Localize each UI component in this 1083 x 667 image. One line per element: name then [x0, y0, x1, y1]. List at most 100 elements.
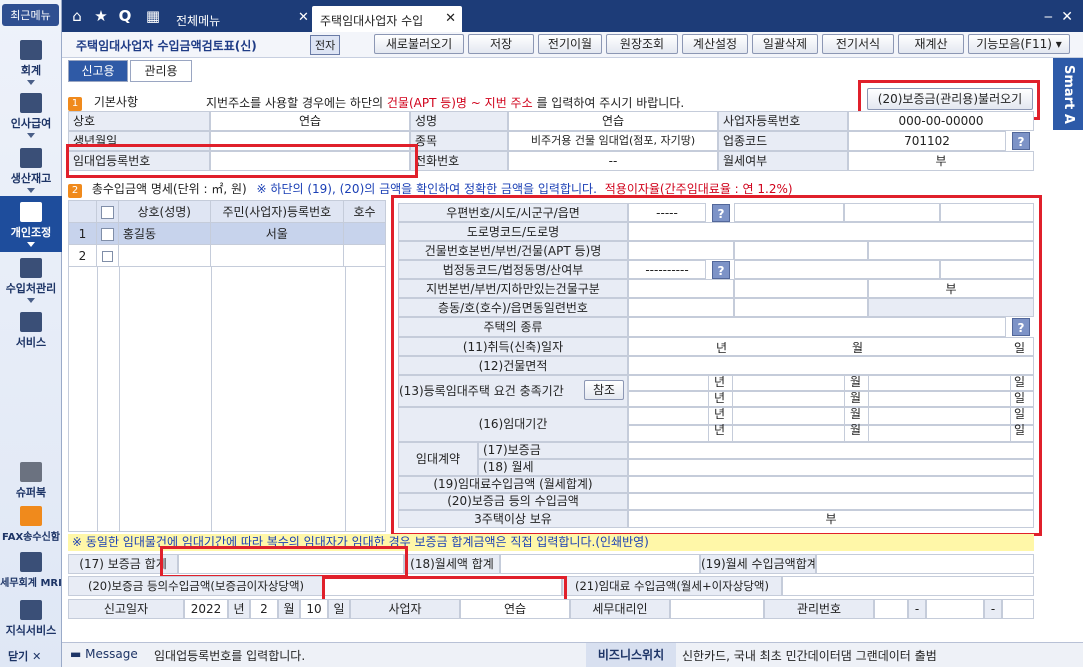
- chevron-down-icon: [27, 80, 35, 85]
- message-label: ▬ Message: [70, 647, 138, 661]
- monthly-value[interactable]: 부: [848, 151, 1034, 171]
- sidebar-item-income[interactable]: 수입처관리: [0, 258, 62, 303]
- rental-income-sum-label: (21)임대료 수입금액(월세+이자상당액): [562, 576, 782, 596]
- biz-code-label: 업종코드: [718, 131, 848, 151]
- chevron-down-icon: [27, 133, 35, 138]
- sidebar-item-accounting[interactable]: 회계: [0, 40, 62, 85]
- save-button[interactable]: 저장: [468, 34, 534, 54]
- manage-no-2[interactable]: [926, 599, 984, 619]
- left-sidebar: 최근메뉴 회계 인사급여 생산재고 개인조정 수입처관리 서비스 슈퍼북 FAX…: [0, 0, 62, 667]
- company-value[interactable]: 연습: [210, 111, 410, 131]
- help-icon[interactable]: ?: [1012, 132, 1030, 150]
- message-bar: ▬ Message 임대업등록번호를 입력합니다. 비즈니스위치 신한카드, 국…: [62, 642, 1083, 667]
- fax-icon: [20, 506, 42, 526]
- bulk-delete-button[interactable]: 일괄삭제: [752, 34, 818, 54]
- person-icon: [20, 202, 42, 222]
- row-checkbox[interactable]: [95, 244, 119, 267]
- report-month[interactable]: 2: [250, 599, 278, 619]
- biz-code-value[interactable]: 701102: [848, 131, 1006, 151]
- grid-icon: [20, 148, 42, 168]
- ledger-button[interactable]: 원장조회: [606, 34, 678, 54]
- rent-sum-label: (18)월세액 합계: [404, 554, 500, 574]
- search-icon[interactable]: Q: [116, 7, 134, 25]
- electronic-badge: 전자: [310, 35, 341, 55]
- manage-no-3[interactable]: [1002, 599, 1034, 619]
- smart-a-panel[interactable]: Smart A: [1053, 58, 1083, 130]
- select-all-checkbox[interactable]: [95, 200, 119, 223]
- col-id: 주민(사업자)등록번호: [209, 200, 345, 223]
- tenant-table: 상호(성명) 주민(사업자)등록번호 호수 1 홍길동 서울 2: [68, 200, 386, 267]
- close-icon[interactable]: ✕: [445, 11, 456, 26]
- table-row[interactable]: 1 홍길동 서울: [68, 222, 386, 245]
- phone-value[interactable]: --: [508, 151, 718, 171]
- carry-over-button[interactable]: 전기이월: [538, 34, 602, 54]
- table-row[interactable]: 2: [68, 244, 386, 267]
- type-value[interactable]: 비주거용 건물 임대업(점포, 자기땅): [508, 131, 718, 151]
- agent-label: 세무대리인: [570, 599, 670, 619]
- close-icon: ✕: [32, 650, 42, 663]
- section1-notice: 지번주소를 사용할 경우에는 하단의 건물(APT 등)명 ~ 지번 주소 를 …: [206, 96, 685, 110]
- chevron-down-icon: [27, 242, 35, 247]
- report-year[interactable]: 2022: [184, 599, 228, 619]
- book-icon: [20, 600, 42, 620]
- rent-income-sum-field[interactable]: [816, 554, 1034, 574]
- pulse-icon: [20, 552, 42, 572]
- tab-rental-income[interactable]: 주택임대사업자 수입 ✕: [312, 6, 462, 32]
- tab-report[interactable]: 신고용: [68, 60, 128, 82]
- sidebar-close-button[interactable]: 닫기 ✕: [0, 648, 62, 664]
- star-icon[interactable]: ★: [92, 7, 110, 25]
- calculator-icon: [20, 40, 42, 60]
- manage-no-label: 관리번호: [764, 599, 874, 619]
- agent-field[interactable]: [670, 599, 764, 619]
- functions-button[interactable]: 기능모음(F11) ▾: [968, 34, 1070, 54]
- toolbar: 주택임대사업자 수입금액검토표(신) 전자 새로불러오기 저장 전기이월 원장조…: [62, 32, 1083, 58]
- biz-news[interactable]: 신한카드, 국내 최초 민간데이터댐 그랜데이터 출범: [682, 647, 937, 664]
- biz-no-value[interactable]: 000-00-00000: [848, 111, 1034, 131]
- manage-no-1[interactable]: [874, 599, 908, 619]
- monthly-label: 월세여부: [718, 151, 848, 171]
- home-icon[interactable]: ⌂: [68, 7, 86, 25]
- chevron-down-icon: [27, 298, 35, 303]
- name-value[interactable]: 연습: [508, 111, 718, 131]
- sidebar-item-service[interactable]: 서비스: [0, 312, 62, 350]
- recent-menu-button[interactable]: 최근메뉴: [2, 4, 59, 26]
- rental-income-sum-field[interactable]: [782, 576, 1034, 596]
- chevron-down-icon: [27, 188, 35, 193]
- prior-form-button[interactable]: 전기서식: [822, 34, 894, 54]
- biz-label[interactable]: 비즈니스위치: [586, 643, 676, 667]
- type-label: 종목: [410, 131, 508, 151]
- sidebar-item-mri[interactable]: 세무회계 MRI: [0, 552, 62, 589]
- sidebar-item-payroll[interactable]: 인사급여: [0, 93, 62, 138]
- highlight-deposit-sum: [160, 546, 408, 578]
- chevron-down-icon: ▾: [1055, 37, 1062, 51]
- tab-manage[interactable]: 관리용: [130, 60, 192, 82]
- reload-button[interactable]: 새로불러오기: [374, 34, 464, 54]
- person-gear-icon: [20, 258, 42, 278]
- name-label: 성명: [410, 111, 508, 131]
- rent-sum-field[interactable]: [500, 554, 700, 574]
- person-money-icon: [20, 93, 42, 113]
- businessman-label: 사업자: [350, 599, 460, 619]
- recalc-button[interactable]: 재계산: [898, 34, 964, 54]
- calendar-icon[interactable]: ▦: [144, 7, 162, 25]
- window-controls[interactable]: ‒ ✕: [1044, 9, 1075, 25]
- col-name: 상호(성명): [117, 200, 211, 223]
- close-icon[interactable]: ✕: [298, 10, 309, 25]
- col-unit: 호수: [343, 200, 386, 223]
- company-label: 상호: [68, 111, 210, 131]
- report-day[interactable]: 10: [300, 599, 328, 619]
- sidebar-item-production[interactable]: 생산재고: [0, 148, 62, 193]
- deposit-income-sum-label: (20)보증금 등의수입금액(보증금이자상당액): [68, 576, 324, 596]
- chat-icon: ▬: [70, 647, 82, 661]
- sidebar-item-personal[interactable]: 개인조정: [0, 196, 62, 252]
- businessman-value[interactable]: 연습: [460, 599, 570, 619]
- tab-bar: ⌂ ★ Q ▦ 전체메뉴 ✕ 주택임대사업자 수입 ✕ ‒ ✕: [62, 0, 1083, 32]
- sidebar-item-superbook[interactable]: 슈퍼북: [0, 462, 62, 500]
- report-date-label: 신고일자: [68, 599, 184, 619]
- calc-settings-button[interactable]: 계산설정: [682, 34, 748, 54]
- sidebar-item-knowledge[interactable]: 지식서비스: [0, 600, 62, 638]
- sidebar-item-fax[interactable]: FAX송수신함: [0, 506, 62, 543]
- row-checkbox[interactable]: [95, 222, 119, 245]
- monitor-icon: [20, 312, 42, 332]
- tenant-table-body[interactable]: [68, 267, 386, 532]
